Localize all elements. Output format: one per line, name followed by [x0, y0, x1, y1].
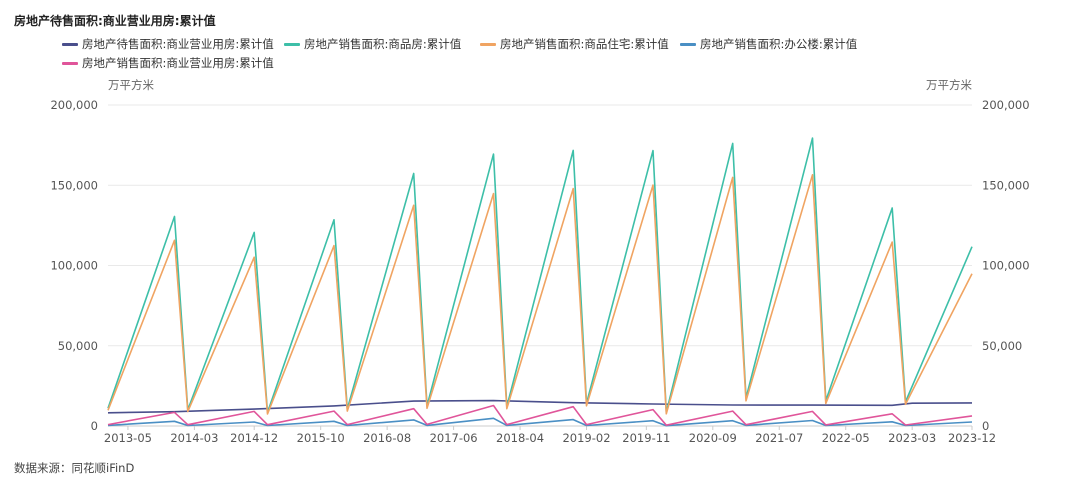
y-tick-label-left-1: 50,000 [58, 339, 98, 353]
y-axis-left: 0 50,000 100,000 150,000 200,000 [50, 98, 98, 433]
y-tick-label-left-2: 100,000 [50, 259, 98, 273]
x-tick-label-4: 2016-08 [363, 431, 411, 445]
x-tick-label-1: 2014-03 [170, 431, 218, 445]
x-tick-label-2: 2014-12 [230, 431, 278, 445]
line-chart: 0 50,000 100,000 150,000 200,000 0 50,000 100,… [50, 98, 1030, 445]
x-tick-label-10: 2021-07 [755, 431, 803, 445]
x-tick-label-13: 2023-12 [948, 431, 996, 445]
x-tick-label-8: 2019-11 [622, 431, 670, 445]
x-tick-label-12: 2023-03 [888, 431, 936, 445]
x-tick-label-7: 2019-02 [562, 431, 610, 445]
x-tick-label-11: 2022-05 [822, 431, 870, 445]
y-tick-label-left-4: 200,000 [50, 98, 98, 112]
series-line-2 [107, 137, 973, 414]
x-tick-label-0: 2013-05 [104, 431, 152, 445]
x-tick-label-5: 2017-06 [430, 431, 478, 445]
series-line-3 [107, 174, 973, 415]
y-axis-right: 050,000100,000150,000200,000 [982, 98, 1030, 433]
x-tick-label-6: 2018-04 [496, 431, 544, 445]
y-tick-label-right-2: 100,000 [982, 259, 1030, 273]
y-tick-label-left-0: 0 [91, 419, 98, 433]
source-note: 数据来源：同花顺iFinD [14, 461, 135, 475]
series-lines [107, 137, 973, 427]
x-tick-label-9: 2020-09 [689, 431, 737, 445]
x-tick-label-3: 2015-10 [297, 431, 345, 445]
y-tick-label-right-3: 150,000 [982, 178, 1030, 192]
series-line-1 [107, 399, 973, 414]
grid-lines [108, 104, 972, 347]
y-tick-label-right-1: 50,000 [982, 339, 1022, 353]
y-tick-label-left-3: 150,000 [50, 178, 98, 192]
x-axis: 2013-05 2014-03 2014-12 2015-10 2016-08 2017-… [104, 426, 996, 445]
y-tick-label-right-4: 200,000 [982, 98, 1030, 112]
